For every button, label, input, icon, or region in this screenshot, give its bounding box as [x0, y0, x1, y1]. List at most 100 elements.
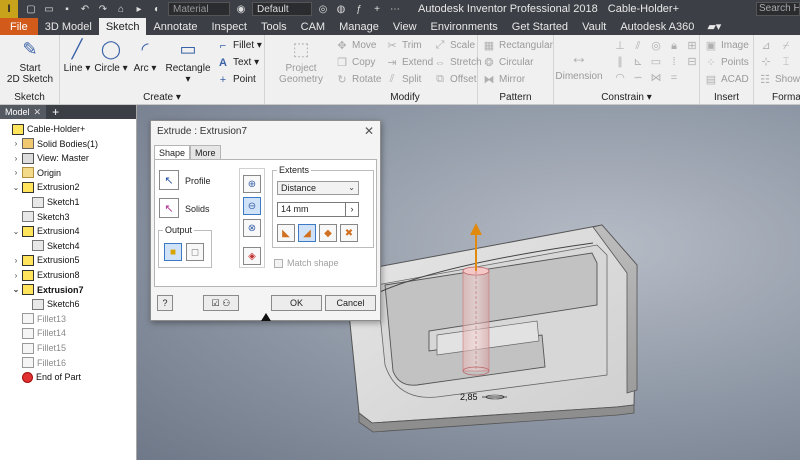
circle-button[interactable]: ◯ Circle ▾: [94, 37, 128, 75]
split-button[interactable]: ⫽ Split: [385, 71, 422, 88]
rectangular-pattern-button[interactable]: ▦ Rectangular: [482, 37, 553, 54]
tree-item[interactable]: ⌄ Extrusion4: [12, 224, 80, 238]
match-shape-checkbox[interactable]: [274, 259, 283, 268]
tree-item[interactable]: Fillet16: [12, 356, 66, 370]
tree-expand-icon[interactable]: ›: [12, 139, 20, 148]
direction-symmetric-button[interactable]: ◆: [319, 224, 337, 242]
line-button[interactable]: ╱ Line ▾: [62, 37, 92, 75]
undo-icon[interactable]: ↶: [78, 2, 92, 16]
manipulator-arrow-head[interactable]: [470, 223, 482, 235]
tree-item[interactable]: Sketch6: [22, 297, 80, 311]
perpendicular-constraint-icon[interactable]: ⊾: [630, 55, 646, 69]
distance-input[interactable]: 14 mm ›: [277, 202, 359, 217]
symmetric-constraint-icon[interactable]: ⋈: [648, 71, 664, 85]
insert-points-button[interactable]: ⁘ Points: [704, 54, 748, 71]
tree-item[interactable]: Fillet14: [12, 326, 66, 340]
tab-get-started[interactable]: Get Started: [505, 18, 575, 35]
tree-item[interactable]: Sketch1: [22, 195, 80, 209]
help-button[interactable]: ?: [157, 295, 173, 311]
insert-acad-button[interactable]: ▤ ACAD: [704, 71, 749, 88]
tree-expand-icon[interactable]: ⌄: [12, 183, 20, 192]
tangent-constraint-icon[interactable]: ◠: [612, 71, 628, 85]
trim-button[interactable]: ✂ Trim: [385, 37, 421, 54]
construction-icon[interactable]: ⊿: [758, 39, 774, 53]
move-button[interactable]: ✥ Move: [335, 37, 376, 54]
save-icon[interactable]: ▪: [60, 2, 74, 16]
tree-expand-icon[interactable]: ›: [12, 271, 20, 280]
tree-expand-icon[interactable]: ›: [12, 154, 20, 163]
smooth-constraint-icon[interactable]: ∽: [630, 71, 646, 85]
extents-dropdown[interactable]: Distance ⌄: [277, 181, 359, 195]
tab-inspect[interactable]: Inspect: [205, 18, 254, 35]
dimension-button[interactable]: ↔ Dimension: [554, 45, 604, 83]
chevron-right-icon[interactable]: ›: [345, 202, 358, 217]
scale-button[interactable]: ⤢ Scale: [433, 37, 475, 54]
new-file-icon[interactable]: ▢: [24, 2, 38, 16]
tab-vault[interactable]: Vault: [575, 18, 613, 35]
stretch-button[interactable]: ⇔ Stretch: [433, 54, 482, 71]
tab-3d-model[interactable]: 3D Model: [38, 18, 99, 35]
open-file-icon[interactable]: ▭: [42, 2, 56, 16]
cancel-button[interactable]: Cancel: [325, 295, 376, 311]
tree-expand-icon[interactable]: ›: [12, 168, 20, 177]
close-icon[interactable]: ✕: [364, 124, 374, 138]
tree-item[interactable]: › Extrusion5: [12, 253, 80, 267]
tree-item[interactable]: Fillet13: [12, 312, 66, 326]
plus-icon[interactable]: +: [370, 2, 384, 16]
centerline-icon[interactable]: ⌿: [778, 39, 794, 53]
tab-tools[interactable]: Tools: [254, 18, 294, 35]
tree-item[interactable]: › Solid Bodies(1): [12, 137, 98, 151]
join-button[interactable]: ⊕: [243, 175, 261, 193]
ribbon-group-constrain-label[interactable]: Constrain ▾: [554, 92, 699, 103]
tab-view[interactable]: View: [386, 18, 424, 35]
dialog-expand-handle-icon[interactable]: [261, 313, 271, 321]
rotate-button[interactable]: ↻ Rotate: [335, 71, 381, 88]
tree-item[interactable]: Fillet15: [12, 341, 66, 355]
clear-appearance-icon[interactable]: ◎: [316, 2, 330, 16]
project-geometry-button[interactable]: ⬚ Project Geometry: [273, 37, 329, 86]
fix-constraint-icon[interactable]: 🔒︎: [666, 39, 682, 53]
redo-icon[interactable]: ↷: [96, 2, 110, 16]
tree-expand-icon[interactable]: ⌄: [12, 285, 20, 294]
collinear-constraint-icon[interactable]: ⫽: [630, 39, 646, 53]
tree-item[interactable]: › Extrusion8: [12, 268, 80, 282]
fillet-button[interactable]: ⌐ Fillet ▾: [216, 37, 262, 54]
tree-item[interactable]: ⌄ Extrusion2: [12, 180, 80, 194]
direction-asymmetric-button[interactable]: ✖: [340, 224, 358, 242]
output-solid-button[interactable]: ■: [164, 243, 182, 261]
tree-item[interactable]: ⌄ Extrusion7: [12, 283, 84, 297]
tree-item[interactable]: › Origin: [12, 166, 61, 180]
constraint-settings-icon[interactable]: ⊟: [684, 55, 700, 69]
tree-item[interactable]: Sketch4: [22, 239, 80, 253]
ribbon-group-create-label[interactable]: Create ▾: [60, 92, 264, 103]
tree-item[interactable]: › View: Master: [12, 151, 89, 165]
preview-toggle-button[interactable]: ☑ ⚇: [203, 295, 239, 311]
direction-flipped-button[interactable]: ◢: [298, 224, 316, 242]
output-surface-button[interactable]: ◻: [186, 243, 204, 261]
close-icon[interactable]: ✕: [34, 107, 42, 118]
show-format-button[interactable]: ☷ Show F: [758, 71, 800, 88]
intersect-button[interactable]: ⊗: [243, 219, 261, 237]
browser-tab-model[interactable]: Model ✕: [0, 105, 47, 119]
cut-button[interactable]: ⊖: [243, 197, 261, 215]
tab-file[interactable]: File: [0, 18, 38, 35]
circular-pattern-button[interactable]: ❂ Circular: [482, 54, 533, 71]
inventor-logo-icon[interactable]: I: [0, 0, 18, 18]
new-solid-button[interactable]: ◈: [243, 247, 261, 265]
show-constraints-icon[interactable]: ⊞: [684, 39, 700, 53]
tab-cam[interactable]: CAM: [294, 18, 332, 35]
tab-annotate[interactable]: Annotate: [146, 18, 204, 35]
insert-image-button[interactable]: ▣ Image: [704, 37, 749, 54]
start-2d-sketch-button[interactable]: ✎ Start 2D Sketch: [4, 37, 56, 86]
horizontal-constraint-icon[interactable]: ▭: [648, 55, 664, 69]
material-combo[interactable]: Material: [168, 2, 230, 16]
extend-button[interactable]: ⇥ Extend: [385, 54, 433, 71]
dimension-value[interactable]: 2,85: [460, 392, 478, 402]
tree-item[interactable]: End of Part: [12, 370, 81, 384]
ok-button[interactable]: OK: [271, 295, 322, 311]
parallel-constraint-icon[interactable]: ∥: [612, 55, 628, 69]
tree-expand-icon[interactable]: ⌄: [12, 227, 20, 236]
home-icon[interactable]: ⌂: [114, 2, 128, 16]
select-icon[interactable]: ▸: [132, 2, 146, 16]
rectangle-button[interactable]: ▭ Rectangle ▾: [162, 37, 214, 86]
